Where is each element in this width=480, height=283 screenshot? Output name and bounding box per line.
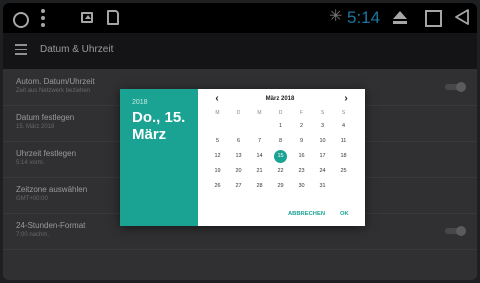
weekday-header: M [215,110,220,116]
calendar-day[interactable]: 28 [249,179,270,194]
selected-date-label: Do., 15. März [132,109,186,143]
calendar-day[interactable]: 3 [312,119,333,134]
calendar-day[interactable]: 19 [207,164,228,179]
calendar-day[interactable]: 31 [312,179,333,194]
weekday-header: S [320,110,325,116]
calendar-day[interactable]: 1 [270,119,291,134]
calendar-day[interactable]: 20 [228,164,249,179]
calendar-day[interactable]: 23 [291,164,312,179]
device-frame: ✳ 5:14 Datum & Uhrzeit Autom. Datum/Uhrz… [0,0,480,283]
weekday-header: D [278,110,283,116]
calendar-day[interactable]: 13 [228,149,249,164]
ok-button[interactable]: OK [340,211,349,217]
calendar-day[interactable]: 7 [249,134,270,149]
calendar-day[interactable]: 26 [207,179,228,194]
next-month-button[interactable]: › [341,94,351,104]
calendar-day[interactable]: 11 [333,134,354,149]
calendar-day[interactable]: 21 [249,164,270,179]
calendar-day[interactable]: 22 [270,164,291,179]
prev-month-button[interactable]: ‹ [212,94,222,104]
weekday-header: M [257,110,262,116]
calendar-day[interactable]: 24 [312,164,333,179]
year-label[interactable]: 2018 [132,99,148,106]
weekday-header: F [299,110,304,116]
calendar-day[interactable]: 16 [291,149,312,164]
calendar-day[interactable]: 27 [228,179,249,194]
calendar-panel: ‹ März 2018 › M D M D F S S 1 2 3 4 5 6 7 8 9 10 11 12 13 14… [198,89,365,226]
calendar-day[interactable]: 4 [333,119,354,134]
calendar-day-selected[interactable]: 15 [270,149,291,164]
date-picker-dialog: 2018 Do., 15. März ‹ März 2018 › MDMDFSS… [120,89,365,226]
calendar-day[interactable]: 29 [270,179,291,194]
calendar-day[interactable]: 25 [333,164,354,179]
calendar-day[interactable]: 8 [270,134,291,149]
weekday-header: S [341,110,346,116]
calendar-day[interactable]: 5 [207,134,228,149]
month-label: März 2018 [265,96,295,102]
weekday-header: D [236,110,241,116]
calendar-day[interactable]: 2 [291,119,312,134]
calendar-day[interactable]: 10 [312,134,333,149]
date-picker-header: 2018 Do., 15. März [120,89,198,226]
calendar-day[interactable]: 12 [207,149,228,164]
calendar-day[interactable]: 30 [291,179,312,194]
calendar-day[interactable]: 17 [312,149,333,164]
calendar-day[interactable]: 18 [333,149,354,164]
calendar-day[interactable]: 6 [228,134,249,149]
calendar-day[interactable]: 9 [291,134,312,149]
cancel-button[interactable]: ABBRECHEN [288,211,325,217]
calendar-day[interactable]: 14 [249,149,270,164]
